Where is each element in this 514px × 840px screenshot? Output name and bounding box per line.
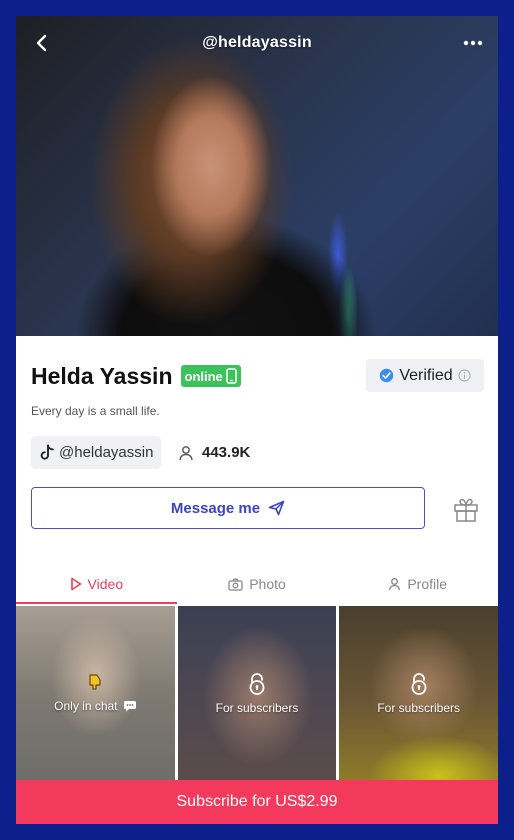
person-icon	[179, 445, 193, 460]
followers-count: 443.9K	[178, 436, 250, 469]
page-title: @heldayassin	[202, 34, 312, 51]
media-label: For subscribers	[215, 700, 299, 715]
media-item-chat-only[interactable]: Only in chat	[16, 606, 175, 780]
message-label: Message me	[170, 499, 261, 517]
subscribe-button[interactable]: Subscribe for US$2.99	[16, 780, 498, 824]
media-item-subscribers[interactable]: For subscribers	[339, 606, 498, 780]
media-label: For subscribers	[377, 700, 461, 715]
media-label-text: Only in chat	[54, 698, 118, 713]
name-row: Helda Yassin online	[31, 359, 241, 393]
more-options-button[interactable]	[460, 30, 486, 56]
message-me-button[interactable]: Message me	[31, 487, 425, 529]
gift-button[interactable]	[450, 494, 482, 524]
tiktok-handle: @heldayassin	[59, 444, 154, 461]
online-status-badge: online	[180, 365, 241, 387]
chat-bubble-icon	[123, 700, 136, 711]
gift-icon	[454, 498, 478, 522]
profile-name: Helda Yassin	[31, 362, 173, 389]
lock-icon	[411, 672, 427, 695]
chevron-left-icon	[36, 34, 47, 52]
profile-bio: Every day is a small life.	[31, 404, 160, 418]
send-icon	[268, 500, 285, 516]
media-grid: Only in chat For subscribers For subscri…	[16, 606, 498, 780]
top-bar: @heldayassin	[16, 16, 498, 70]
tab-video-label: Video	[87, 576, 124, 592]
tiktok-icon	[40, 444, 54, 460]
tab-photo-label: Photo	[249, 576, 286, 592]
verified-label: Verified	[399, 366, 453, 384]
pointing-hand-icon	[89, 673, 101, 690]
phone-icon	[225, 368, 237, 384]
media-label: Only in chat	[54, 699, 136, 713]
lock-icon	[249, 672, 265, 695]
info-icon	[458, 369, 471, 382]
online-label: online	[184, 368, 223, 384]
person-icon	[389, 578, 401, 591]
profile-screen: @heldayassin Helda Yassin online Verifie…	[16, 16, 498, 824]
media-item-subscribers[interactable]: For subscribers	[177, 606, 337, 780]
verified-check-icon	[380, 368, 394, 383]
back-button[interactable]	[30, 30, 52, 56]
tiktok-handle-chip[interactable]: @heldayassin	[31, 436, 162, 469]
camera-icon	[228, 578, 243, 591]
followers-value: 443.9K	[202, 444, 251, 461]
play-icon	[70, 577, 81, 591]
profile-cover-photo: @heldayassin	[16, 16, 498, 336]
tab-photo[interactable]: Photo	[177, 564, 338, 604]
verified-badge[interactable]: Verified	[366, 359, 484, 392]
more-dots-icon	[463, 40, 483, 46]
tab-video[interactable]: Video	[16, 564, 177, 604]
content-tabs: Video Photo Profile	[16, 564, 498, 604]
tab-profile-label: Profile	[407, 576, 448, 592]
tab-profile[interactable]: Profile	[337, 564, 498, 604]
